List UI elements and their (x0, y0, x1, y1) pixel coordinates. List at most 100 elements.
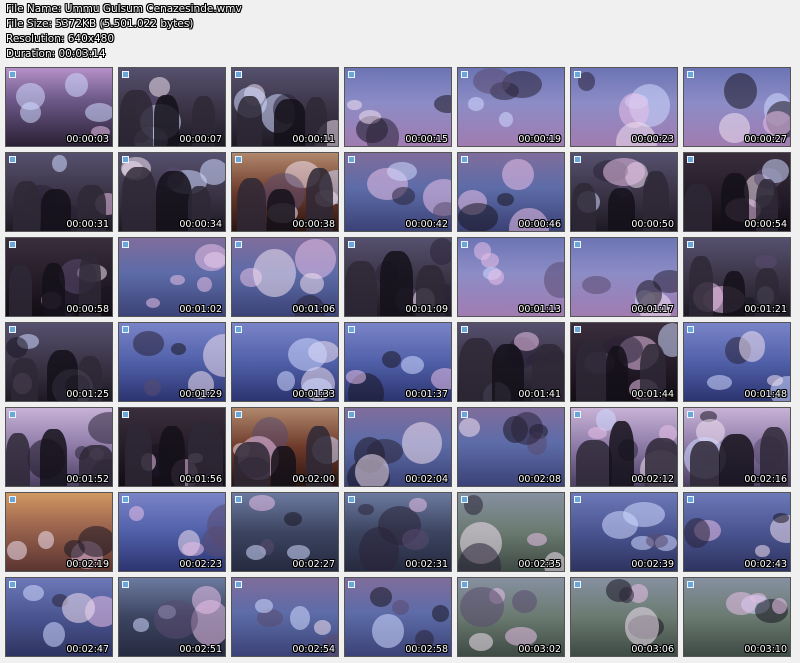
film-frame-icon (687, 326, 694, 333)
film-frame-icon (122, 411, 129, 418)
video-thumbnail[interactable]: 00:02:31 (344, 492, 452, 572)
thumbnail-timestamp: 00:01:09 (405, 304, 448, 315)
thumbnail-timestamp: 00:01:13 (518, 304, 561, 315)
thumbnail-timestamp: 00:01:48 (744, 389, 787, 400)
film-frame-icon (9, 71, 16, 78)
thumbnail-timestamp: 00:01:06 (292, 304, 335, 315)
video-thumbnail[interactable]: 00:02:58 (344, 577, 452, 657)
video-thumbnail[interactable]: 00:01:25 (5, 322, 113, 402)
video-thumbnail[interactable]: 00:01:13 (457, 237, 565, 317)
video-thumbnail[interactable]: 00:00:42 (344, 152, 452, 232)
video-thumbnail[interactable]: 00:02:39 (570, 492, 678, 572)
video-thumbnail[interactable]: 00:03:10 (683, 577, 791, 657)
thumbnail-timestamp: 00:00:42 (405, 219, 448, 230)
thumbnail-timestamp: 00:02:27 (292, 559, 335, 570)
thumbnail-timestamp: 00:00:27 (744, 134, 787, 145)
video-thumbnail[interactable]: 00:00:34 (118, 152, 226, 232)
film-frame-icon (574, 156, 581, 163)
video-thumbnail[interactable]: 00:00:50 (570, 152, 678, 232)
film-frame-icon (122, 326, 129, 333)
video-thumbnail[interactable]: 00:00:19 (457, 67, 565, 147)
video-thumbnail[interactable]: 00:02:35 (457, 492, 565, 572)
video-thumbnail[interactable]: 00:02:08 (457, 407, 565, 487)
film-frame-icon (348, 241, 355, 248)
film-frame-icon (461, 326, 468, 333)
film-frame-icon (687, 156, 694, 163)
film-frame-icon (348, 326, 355, 333)
thumbnail-timestamp: 00:03:10 (744, 644, 787, 655)
video-thumbnail[interactable]: 00:00:03 (5, 67, 113, 147)
video-thumbnail[interactable]: 00:01:02 (118, 237, 226, 317)
thumbnail-timestamp: 00:01:21 (744, 304, 787, 315)
film-frame-icon (235, 581, 242, 588)
video-thumbnail[interactable]: 00:02:19 (5, 492, 113, 572)
film-frame-icon (9, 496, 16, 503)
thumbnail-timestamp: 00:03:06 (631, 644, 674, 655)
thumbnail-timestamp: 00:02:00 (292, 474, 335, 485)
video-thumbnail[interactable]: 00:01:33 (231, 322, 339, 402)
video-thumbnail[interactable]: 00:01:17 (570, 237, 678, 317)
film-frame-icon (348, 411, 355, 418)
video-thumbnail[interactable]: 00:01:09 (344, 237, 452, 317)
file-size-label: File Size: 5372KB (5.501.022 bytes) (6, 18, 194, 30)
video-thumbnail[interactable]: 00:01:48 (683, 322, 791, 402)
thumbnail-timestamp: 00:02:35 (518, 559, 561, 570)
film-frame-icon (461, 411, 468, 418)
video-thumbnail[interactable]: 00:00:27 (683, 67, 791, 147)
video-thumbnail[interactable]: 00:02:12 (570, 407, 678, 487)
film-frame-icon (9, 581, 16, 588)
thumbnail-timestamp: 00:00:11 (292, 134, 335, 145)
thumbnail-timestamp: 00:02:58 (405, 644, 448, 655)
video-thumbnail[interactable]: 00:00:11 (231, 67, 339, 147)
video-thumbnail[interactable]: 00:00:38 (231, 152, 339, 232)
video-thumbnail[interactable]: 00:00:31 (5, 152, 113, 232)
video-thumbnail[interactable]: 00:02:16 (683, 407, 791, 487)
film-frame-icon (574, 71, 581, 78)
thumbnail-timestamp: 00:00:15 (405, 134, 448, 145)
video-thumbnail[interactable]: 00:02:00 (231, 407, 339, 487)
thumbnail-timestamp: 00:02:51 (179, 644, 222, 655)
film-frame-icon (122, 581, 129, 588)
video-thumbnail[interactable]: 00:02:54 (231, 577, 339, 657)
thumbnail-timestamp: 00:02:39 (631, 559, 674, 570)
video-thumbnail[interactable]: 00:02:47 (5, 577, 113, 657)
video-thumbnail[interactable]: 00:01:06 (231, 237, 339, 317)
film-frame-icon (122, 496, 129, 503)
video-thumbnail[interactable]: 00:01:44 (570, 322, 678, 402)
film-frame-icon (348, 71, 355, 78)
film-frame-icon (461, 496, 468, 503)
video-thumbnail[interactable]: 00:00:23 (570, 67, 678, 147)
video-thumbnail[interactable]: 00:01:56 (118, 407, 226, 487)
video-thumbnail[interactable]: 00:00:54 (683, 152, 791, 232)
thumbnail-timestamp: 00:01:41 (518, 389, 561, 400)
thumbnail-timestamp: 00:00:38 (292, 219, 335, 230)
video-thumbnail[interactable]: 00:03:06 (570, 577, 678, 657)
video-thumbnail[interactable]: 00:01:29 (118, 322, 226, 402)
video-thumbnail[interactable]: 00:03:02 (457, 577, 565, 657)
video-thumbnail[interactable]: 00:01:21 (683, 237, 791, 317)
thumbnail-timestamp: 00:01:56 (179, 474, 222, 485)
thumbnail-timestamp: 00:02:23 (179, 559, 222, 570)
file-name-label: File Name: Ummu Gulsum Cenazesinde.wmv (6, 3, 242, 15)
resolution-label: Resolution: 640x480 (6, 33, 115, 45)
duration-label: Duration: 00:03:14 (6, 48, 106, 60)
video-thumbnail[interactable]: 00:00:15 (344, 67, 452, 147)
film-frame-icon (9, 411, 16, 418)
video-thumbnail[interactable]: 00:00:58 (5, 237, 113, 317)
video-thumbnail[interactable]: 00:02:23 (118, 492, 226, 572)
film-frame-icon (574, 496, 581, 503)
film-frame-icon (348, 156, 355, 163)
video-thumbnail[interactable]: 00:00:07 (118, 67, 226, 147)
video-thumbnail[interactable]: 00:00:46 (457, 152, 565, 232)
video-thumbnail[interactable]: 00:01:52 (5, 407, 113, 487)
video-thumbnail[interactable]: 00:02:51 (118, 577, 226, 657)
video-thumbnail[interactable]: 00:02:04 (344, 407, 452, 487)
thumbnail-timestamp: 00:01:29 (179, 389, 222, 400)
video-thumbnail[interactable]: 00:02:27 (231, 492, 339, 572)
video-thumbnail[interactable]: 00:02:43 (683, 492, 791, 572)
video-thumbnail[interactable]: 00:01:41 (457, 322, 565, 402)
film-frame-icon (461, 156, 468, 163)
video-thumbnail[interactable]: 00:01:37 (344, 322, 452, 402)
film-frame-icon (574, 241, 581, 248)
thumbnail-timestamp: 00:02:54 (292, 644, 335, 655)
